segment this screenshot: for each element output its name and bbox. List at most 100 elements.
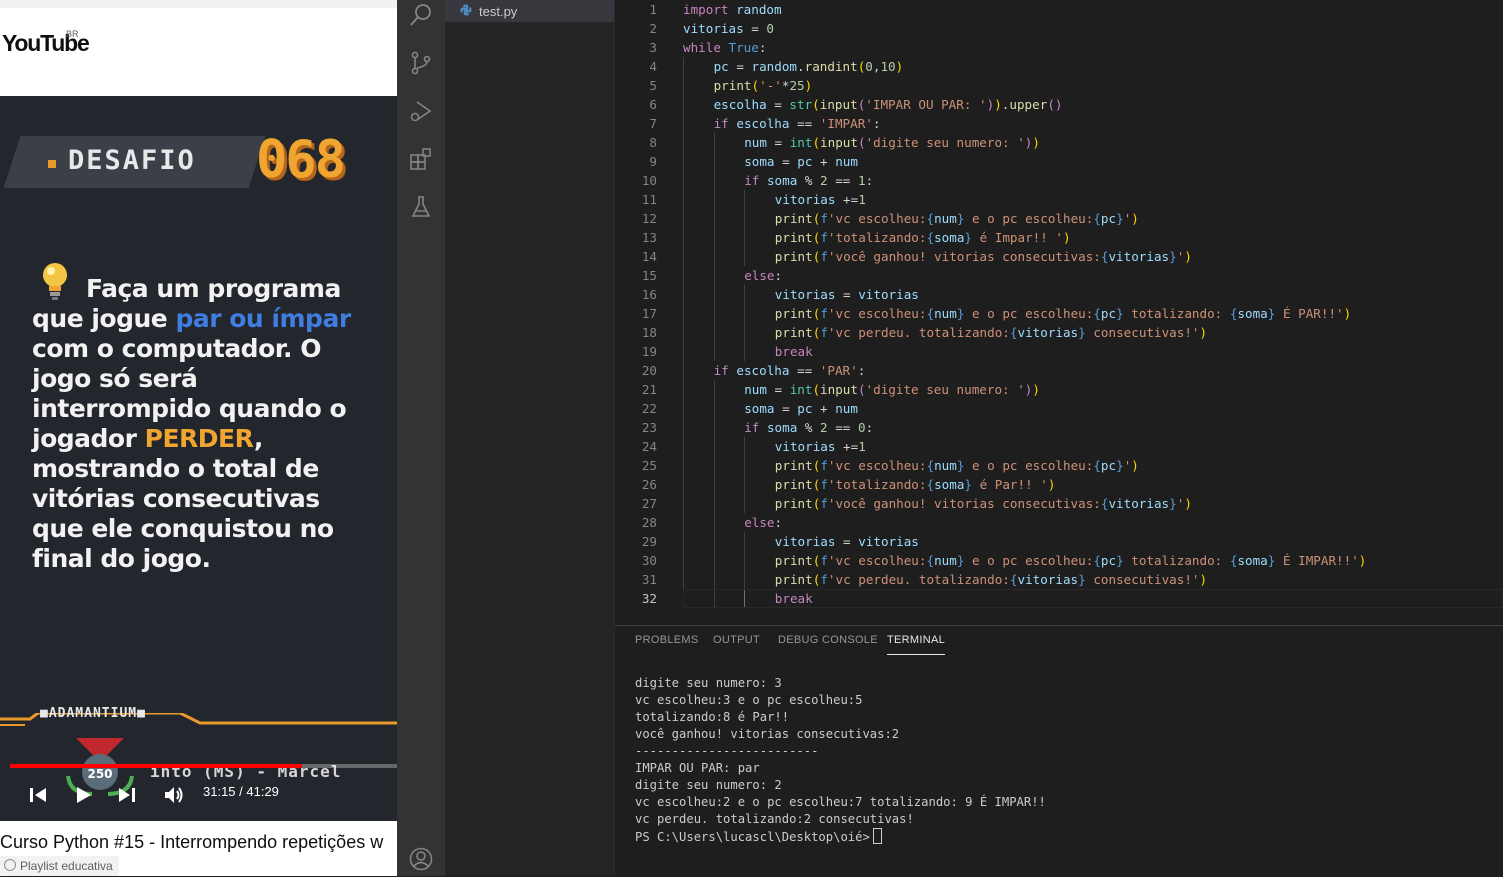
indent-guide (683, 551, 684, 570)
challenge-line: com o computador. O (32, 334, 392, 364)
line-number: 27 (641, 496, 657, 511)
player-controls: 31:15 / 41:29 (0, 776, 397, 816)
code-token: : (872, 116, 881, 131)
code-token: == (827, 420, 858, 435)
code-token: str (789, 97, 813, 112)
explorer-file-item[interactable]: test.py (445, 0, 614, 22)
line-number: 14 (641, 249, 657, 264)
challenge-line: Faça um programa (32, 274, 392, 304)
code-token: print (774, 572, 813, 587)
terminal-output[interactable]: digite seu numero: 3 vc escolheu:3 e o pc… (635, 675, 1046, 846)
code-token: random (736, 2, 782, 17)
code-token: vitorias (683, 21, 744, 36)
code-text: else: (744, 266, 782, 285)
indent-guide (683, 114, 684, 133)
code-token: print (774, 230, 813, 245)
previous-icon[interactable] (27, 784, 49, 806)
code-token: == (789, 116, 820, 131)
code-token: 'PAR' (819, 363, 858, 378)
code-token: if (744, 173, 760, 188)
account-icon[interactable] (409, 847, 433, 871)
code-text: print(f'vc escolheu:{num} e o pc escolhe… (775, 456, 1139, 475)
code-token: num (934, 553, 957, 568)
indent-guide (744, 247, 746, 266)
code-token: num (934, 306, 957, 321)
video-title[interactable]: Curso Python #15 - Interrompendo repetiç… (0, 832, 383, 853)
line-number: 23 (641, 420, 657, 435)
code-token: print (774, 458, 813, 473)
indent-guide (713, 190, 715, 209)
search-icon[interactable] (409, 3, 433, 27)
code-token: } (1078, 325, 1086, 340)
terminal-line: vc escolheu:2 e o pc escolheu:7 totaliza… (635, 795, 1046, 809)
playlist-chip[interactable]: Playlist educativa (0, 856, 119, 876)
code-line: 14 print(f'você ganhou! vitorias consecut… (615, 247, 1503, 266)
code-token: totalizando: (1123, 306, 1230, 321)
source-control-icon[interactable] (409, 51, 433, 75)
code-token: vitorias (858, 534, 919, 549)
code-token: vitorias (1017, 572, 1079, 587)
code-token: { (926, 306, 935, 321)
code-token: 0 (766, 21, 775, 36)
code-editor[interactable]: 1 import random 2 vitorias = 0 3 while True: 4… (615, 0, 1503, 610)
code-token: soma (744, 401, 775, 416)
code-token: += (835, 439, 859, 454)
terminal-prompt-line[interactable]: PS C:\Users\lucascl\Desktop\oié> (635, 828, 1046, 846)
testing-icon[interactable] (409, 195, 433, 219)
indent-guide (744, 437, 746, 456)
video-player[interactable]: DESAFIO 068 Faça um programa que jogue pa… (0, 96, 397, 821)
code-token: pc (1100, 553, 1117, 568)
tab-debug-console[interactable]: DEBUG CONSOLE (778, 634, 878, 646)
extensions-icon[interactable] (409, 147, 433, 171)
code-token: 'digite seu numero: ' (865, 135, 1025, 150)
line-number: 1 (649, 2, 657, 17)
video-progress-bar[interactable] (10, 764, 397, 768)
code-token: while (683, 40, 721, 55)
code-token: if (713, 116, 729, 131)
indent-guide (683, 266, 684, 285)
code-line: 11 vitorias +=1 (615, 190, 1503, 209)
tab-problems[interactable]: PROBLEMS (635, 634, 699, 646)
indent-guide (683, 76, 684, 95)
code-token: ) (1184, 496, 1192, 511)
terminal-line: vc perdeu. totalizando:2 consecutivas! (635, 812, 914, 826)
challenge-line: que ele conquistou no (32, 514, 392, 544)
terminal-line: vc escolheu:3 e o pc escolheu:5 (635, 693, 863, 707)
code-token: break (774, 591, 813, 606)
run-debug-icon[interactable] (409, 99, 433, 123)
code-token: vitorias (774, 439, 836, 454)
code-text: while True: (683, 38, 766, 57)
code-line: 29 vitorias = vitorias (615, 532, 1503, 551)
line-number: 8 (649, 135, 657, 150)
line-number: 15 (641, 268, 657, 283)
tab-output[interactable]: OUTPUT (713, 634, 760, 646)
code-token: 'você ganhou! vitorias consecutivas: (827, 249, 1101, 264)
indent-guide (744, 551, 746, 570)
code-token: } (1116, 306, 1124, 321)
code-token: { (926, 458, 935, 473)
indent-guide (713, 494, 715, 513)
explorer-sidebar: test.py (445, 0, 615, 876)
code-token: 'IMPAR OU PAR: ' (865, 97, 987, 112)
code-token: f (820, 306, 828, 321)
indent-guide (683, 513, 684, 532)
desafio-number: 068 (256, 130, 346, 190)
code-token: { (926, 211, 935, 226)
next-icon[interactable] (116, 784, 138, 806)
play-icon[interactable] (72, 784, 94, 806)
code-token: { (926, 230, 935, 245)
tab-terminal[interactable]: TERMINAL (887, 634, 946, 655)
code-token: int (789, 135, 813, 150)
volume-icon[interactable] (163, 784, 185, 806)
code-text: num = int(input('digite seu numero: ')) (744, 380, 1040, 399)
indent-guide (683, 228, 684, 247)
indent-guide (713, 285, 715, 304)
indent-guide (713, 152, 715, 171)
code-line: 7 if escolha == 'IMPAR': (615, 114, 1503, 133)
code-token: print (774, 477, 813, 492)
code-token: vitorias (774, 534, 836, 549)
code-token: else (744, 515, 775, 530)
code-token: == (827, 173, 858, 188)
code-token: == (789, 363, 820, 378)
code-token: soma (934, 230, 965, 245)
